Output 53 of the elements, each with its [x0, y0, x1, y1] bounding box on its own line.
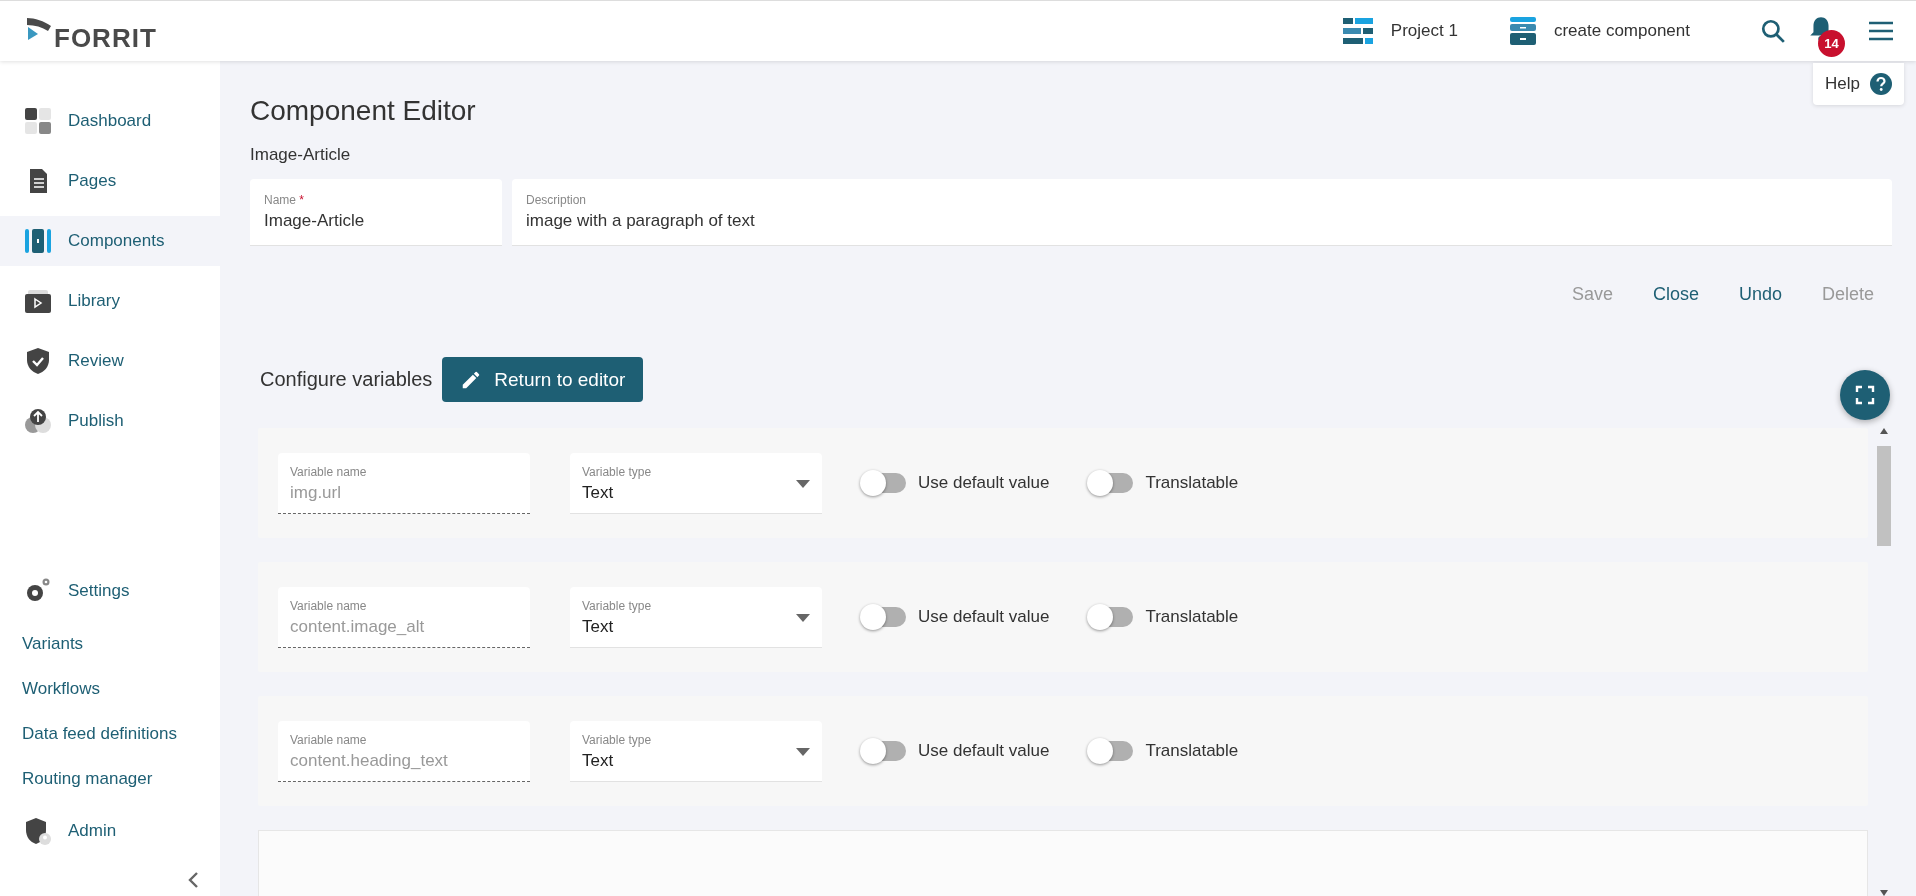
upload-circle-icon: [24, 407, 52, 435]
dropdown-caret-icon: [796, 479, 810, 488]
toggle-label: Use default value: [918, 607, 1050, 627]
fullscreen-icon: [1855, 385, 1875, 405]
toggle-label: Use default value: [918, 473, 1050, 493]
action-button[interactable]: Undo: [1720, 276, 1800, 313]
return-to-editor-button[interactable]: Return to editor: [442, 357, 644, 402]
sidebar-item[interactable]: Pages: [0, 156, 220, 206]
scroll-up-icon[interactable]: [1880, 428, 1888, 434]
configure-variables-label: Configure variables: [260, 368, 433, 391]
video-folder-icon: [24, 287, 52, 315]
sidebar-subitem[interactable]: Workflows: [0, 666, 220, 711]
context-title: create component: [1553, 21, 1690, 41]
sidebar-item[interactable]: Dashboard: [0, 96, 220, 146]
menu-icon: [1868, 20, 1894, 42]
shield-check-icon: [24, 347, 52, 375]
toggle-label: Translatable: [1145, 607, 1239, 627]
sidebar-item[interactable]: Library: [0, 276, 220, 326]
toggle-label: Translatable: [1145, 741, 1239, 761]
scroll-down-icon[interactable]: [1880, 890, 1888, 896]
shield-user-icon: [24, 817, 52, 845]
drawers-icon: [1509, 17, 1536, 45]
sidebar-subitem[interactable]: Variants: [0, 621, 220, 666]
help-icon: [1870, 73, 1892, 95]
scroll-thumb[interactable]: [1877, 446, 1891, 546]
dropdown-caret-icon: [796, 747, 810, 756]
help-button[interactable]: Help: [1813, 63, 1904, 105]
sidebar-item[interactable]: Components: [0, 216, 220, 266]
project-name[interactable]: Project 1: [1390, 21, 1458, 41]
sidebar-item[interactable]: Review: [0, 336, 220, 386]
scrollbar[interactable]: [1876, 428, 1892, 896]
search-icon: [1760, 18, 1786, 44]
notifications-button[interactable]: 14: [1804, 11, 1850, 61]
dropdown-caret-icon: [796, 613, 810, 622]
component-name-heading: Image-Article: [250, 145, 352, 165]
action-button[interactable]: Close: [1634, 276, 1717, 313]
toggle-label: Translatable: [1145, 473, 1239, 493]
page-title: Component Editor: [250, 95, 477, 127]
bricks-icon: [1342, 18, 1373, 44]
chevron-left-icon: [186, 871, 200, 889]
sidebar-item[interactable]: Admin: [0, 806, 220, 856]
columns-icon: [24, 227, 52, 255]
toggle-label: Use default value: [918, 741, 1050, 761]
sidebar-subitem[interactable]: Routing manager: [0, 756, 220, 801]
description-field[interactable]: Description image with a paragraph of text: [512, 179, 1892, 246]
grid-icon: [24, 107, 52, 135]
sidebar-item[interactable]: Publish: [0, 396, 220, 446]
sidebar-item[interactable]: Settings: [0, 566, 220, 616]
notification-badge: 14: [1818, 30, 1845, 57]
sidebar-subitem[interactable]: Data feed definitions: [0, 711, 220, 756]
fullscreen-button[interactable]: [1840, 370, 1890, 420]
logo-text: FORRIT: [54, 25, 157, 51]
name-field[interactable]: Name * Image-Article: [250, 179, 502, 246]
